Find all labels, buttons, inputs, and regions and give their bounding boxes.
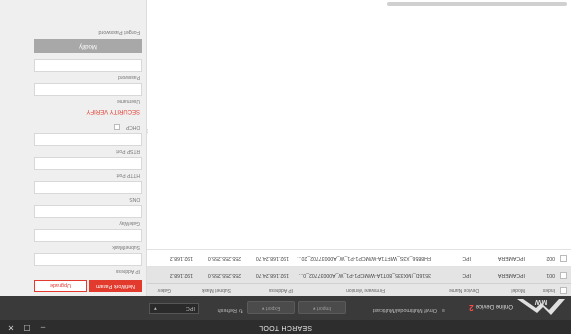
col-device-name: Device Name (448, 287, 479, 293)
import-button[interactable]: Import ▾ (298, 301, 346, 314)
dns-field[interactable] (34, 181, 142, 194)
tab-network-param[interactable]: NetWork Param (89, 280, 142, 292)
export-label: Export (265, 305, 281, 311)
subnet-mask-field[interactable] (34, 229, 142, 242)
cell-ip: 192.168.24.70 (255, 255, 289, 261)
cell-firmware: 3516D_IMX335_80T1A-W/MCP1-P1_W_A00037702… (298, 272, 431, 278)
import-label: Import (316, 305, 332, 311)
password-label: Password (118, 74, 140, 80)
modify-button[interactable]: Modify (34, 39, 142, 53)
refresh-button[interactable]: ↻ Refresh (218, 307, 243, 313)
maximize-icon[interactable]: ☐ (22, 322, 32, 332)
cell-device-name: IPC (462, 272, 471, 278)
select-all-checkbox[interactable] (560, 287, 567, 294)
refresh-icon: ↻ (238, 307, 243, 313)
cell-ip: 192.168.24.70 (255, 272, 289, 278)
cell-subnet: 255.255.255.0 (207, 255, 241, 261)
col-subnet: Subnet Mask (201, 287, 231, 293)
window-title: SEARCH TOOL (258, 324, 313, 331)
gateway-field[interactable] (34, 205, 142, 218)
dhcp-label: DHCP (125, 124, 140, 130)
col-ip: IP Address (268, 287, 293, 293)
export-button[interactable]: Export ▾ (247, 301, 295, 314)
dhcp-checkbox[interactable] (114, 124, 120, 130)
security-verify-title: SECURITY VERIFY (86, 108, 140, 114)
table-row[interactable]: 002 IPCAMERA IPC FH8856_X3S_WIFT1A-W/MCP… (147, 249, 571, 266)
row-checkbox[interactable] (560, 255, 567, 262)
online-device-counter: Online Device2 (469, 303, 513, 312)
http-port-label: HTTP Port (116, 172, 140, 178)
online-device-count: 2 (469, 303, 474, 312)
table-row[interactable]: 001 IPCAMERA IPC 3516D_IMX335_80T1A-W/MC… (147, 266, 571, 283)
cell-gateway: 192.168.2 (169, 255, 193, 261)
gateway-label: GateWay (119, 220, 140, 226)
close-icon[interactable]: ✕ (6, 322, 16, 332)
cell-device-name: IPC (462, 255, 471, 261)
cell-model: IPCAMERA (497, 272, 525, 278)
tab-upgrade[interactable]: Upgrade (34, 280, 87, 292)
dropdown-icon[interactable]: ▾ (154, 302, 157, 313)
password-field[interactable] (34, 59, 142, 72)
logo-text: MW (534, 298, 547, 305)
cell-index: 001 (546, 272, 555, 278)
cell-subnet: 255.255.255.0 (207, 272, 241, 278)
col-gateway: Gatev (157, 287, 171, 293)
cell-index: 002 (546, 255, 555, 261)
row-checkbox[interactable] (560, 272, 567, 279)
dhcp-row: DHCP (26, 120, 146, 130)
title-bar: SEARCH TOOL – ☐ ✕ (0, 320, 571, 334)
cell-firmware: FH8856_X3S_WIFT1A-W/MCP1-P1_W_A00037702_… (297, 255, 431, 261)
device-table: Index Model Device Name Firmware Version… (146, 0, 571, 296)
menu-icon[interactable]: ≡ (442, 307, 445, 313)
username-label: Username (116, 98, 140, 104)
horizontal-scrollbar[interactable] (387, 2, 567, 6)
search-filter[interactable]: IPC ▾ (149, 303, 199, 314)
http-port-field[interactable] (34, 157, 142, 170)
ip-address-field[interactable] (34, 253, 142, 266)
subnet-mask-label: SubnetMask (112, 244, 140, 250)
refresh-label: Refresh (217, 307, 237, 313)
table-header: Index Model Device Name Firmware Version… (147, 283, 571, 296)
panel-tabs: NetWork Param Upgrade (34, 280, 142, 292)
col-index: Index (542, 287, 555, 293)
forget-password-link[interactable]: Forget Password (98, 29, 140, 35)
multicast-button[interactable]: Onvif Multimodal/Multicast (373, 307, 437, 313)
app-window: SEARCH TOOL – ☐ ✕ MW Online Device2 ≡ On… (0, 0, 571, 334)
online-device-label: Online Device (475, 303, 513, 309)
rtsp-port-label: RTSP Port (116, 148, 140, 154)
col-firmware: Firmware Version (346, 287, 385, 293)
cell-gateway: 192.168.2 (169, 272, 193, 278)
cell-model: IPCAMERA (497, 255, 525, 261)
col-model: Model (511, 287, 525, 293)
dns-label: DNS (129, 196, 140, 202)
ip-address-label: IP Address (115, 268, 140, 274)
username-field[interactable] (34, 83, 142, 96)
brand-logo-icon: MW (517, 298, 565, 315)
rtsp-port-field[interactable] (34, 133, 142, 146)
settings-panel: NetWork Param Upgrade IP Address SubnetM… (0, 0, 147, 296)
minimize-icon[interactable]: – (38, 322, 48, 332)
toolbar: MW Online Device2 ≡ Onvif Multimodal/Mul… (0, 296, 571, 320)
search-value: IPC (185, 305, 195, 311)
